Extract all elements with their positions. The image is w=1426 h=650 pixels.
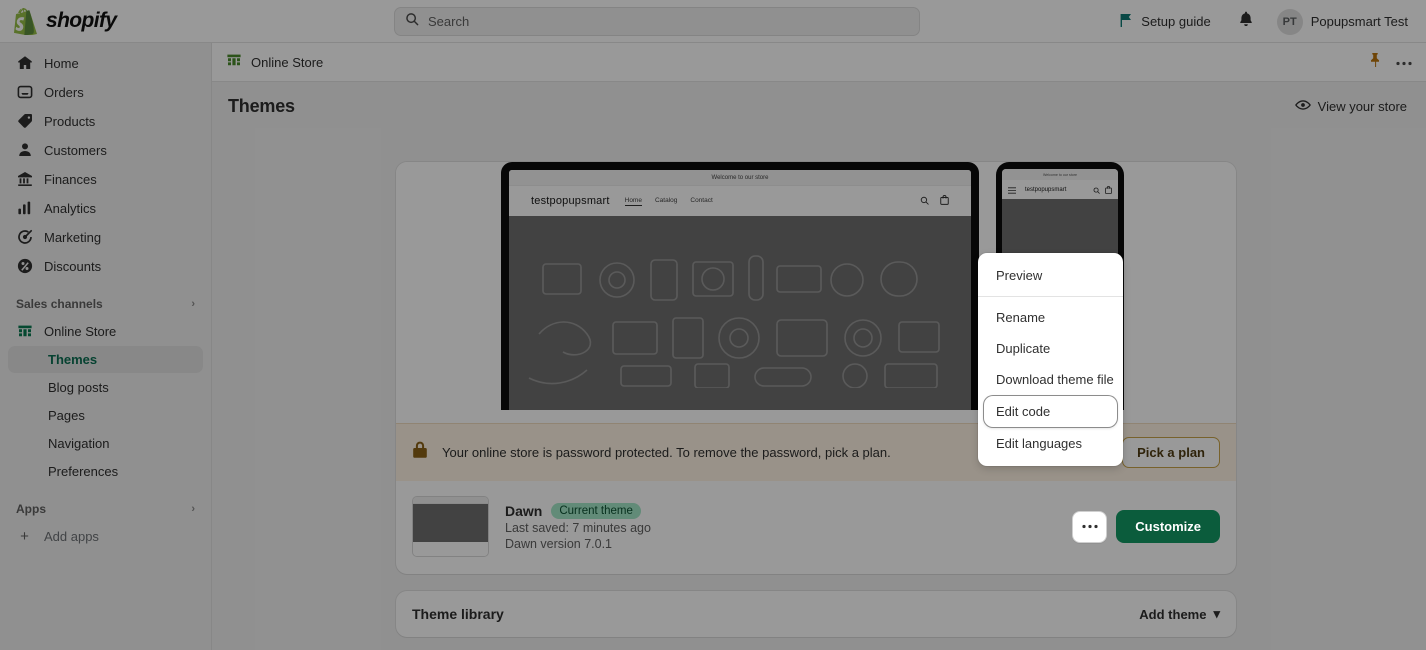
menu-item-rename[interactable]: Rename: [984, 303, 1117, 332]
theme-actions-menu: Preview Rename Duplicate Download theme …: [978, 253, 1123, 466]
menu-item-label: Edit code: [996, 404, 1050, 419]
menu-divider: [978, 296, 1123, 297]
menu-item-edit-code[interactable]: Edit code: [984, 396, 1117, 427]
menu-item-download-theme-file[interactable]: Download theme file: [984, 365, 1117, 394]
menu-item-label: Preview: [996, 268, 1042, 283]
menu-item-label: Duplicate: [996, 341, 1050, 356]
menu-item-label: Edit languages: [996, 436, 1082, 451]
menu-item-label: Rename: [996, 310, 1045, 325]
modal-backdrop[interactable]: [0, 0, 1426, 650]
app-root: shopify Search Setup guide: [0, 0, 1426, 650]
menu-item-duplicate[interactable]: Duplicate: [984, 334, 1117, 363]
menu-item-preview[interactable]: Preview: [984, 261, 1117, 290]
menu-item-edit-languages[interactable]: Edit languages: [984, 429, 1117, 458]
theme-actions: Customize: [1072, 510, 1220, 543]
theme-more-actions-button[interactable]: [1072, 511, 1107, 543]
customize-button[interactable]: Customize: [1116, 510, 1220, 543]
menu-item-label: Download theme file: [996, 372, 1114, 387]
